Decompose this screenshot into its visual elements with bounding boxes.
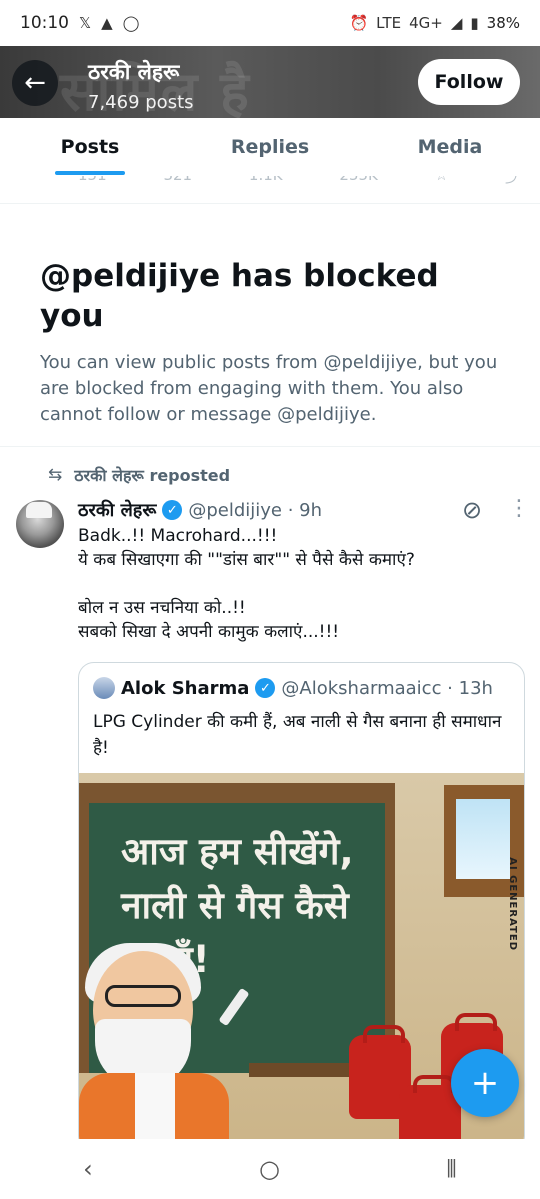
previous-post-actions: 151 321 1.1K 255K ☆ ⤴	[0, 176, 540, 204]
repost-count[interactable]: 321	[163, 176, 192, 187]
tweet-author-name[interactable]: ठरकी लेहरू	[78, 498, 156, 522]
follow-button[interactable]: Follow	[418, 59, 520, 105]
view-count[interactable]: 255K	[339, 176, 377, 187]
divider	[0, 446, 540, 447]
back-button[interactable]: ←	[12, 60, 58, 106]
share-icon[interactable]: ⤴	[505, 176, 520, 187]
tab-media[interactable]: Media	[360, 118, 540, 176]
system-nav-bar: ‹ ○ ⦀	[0, 1139, 540, 1199]
home-nav-icon[interactable]: ○	[259, 1155, 280, 1183]
network-type: 4G+	[409, 14, 443, 32]
quote-handle-time: @Aloksharmaaicc · 13h	[281, 677, 493, 699]
tweet-handle-time: @peldijiye · 9h	[188, 499, 323, 521]
signal-icon: ◢	[450, 14, 463, 32]
status-time: 10:10	[20, 13, 69, 33]
glasses-icon	[105, 985, 181, 1007]
more-options-icon[interactable]: ⋮	[508, 496, 530, 521]
x-logo-icon: 𝕏	[79, 14, 92, 32]
like-count[interactable]: 1.1K	[249, 176, 283, 187]
alarm-icon: ⏰	[349, 14, 369, 32]
battery-icon: ▮	[470, 14, 479, 32]
circle-app-icon: ◯	[122, 14, 140, 32]
repost-label: ठरकी लेहरू reposted	[74, 466, 231, 485]
repost-indicator[interactable]: ⇆ ठरकी लेहरू reposted	[48, 464, 230, 486]
profile-header: सामिल है ← ठरकी लेहरू 7,469 posts Follow	[0, 46, 540, 118]
app-notification-icon: ▲	[101, 14, 113, 32]
blocked-notice: @peldijiye has blocked you You can view …	[40, 256, 500, 428]
verified-badge-icon: ✓	[255, 678, 276, 698]
avatar[interactable]	[16, 500, 64, 548]
battery-level: 38%	[486, 14, 520, 32]
blocked-message: You can view public posts from @peldijiy…	[40, 352, 498, 425]
recents-nav-icon[interactable]: ⦀	[446, 1155, 457, 1183]
arrow-left-icon: ←	[24, 68, 46, 98]
quote-header: Alok Sharma ✓ @Aloksharmaaicc · 13h	[93, 677, 493, 699]
volte-icon: LTE	[376, 14, 402, 32]
repost-icon: ⇆	[48, 465, 63, 485]
quote-author-name: Alok Sharma	[121, 677, 250, 699]
posts-count: 7,469 posts	[88, 92, 194, 113]
tweet-header: ठरकी लेहरू ✓ @peldijiye · 9h	[78, 498, 322, 522]
tab-replies[interactable]: Replies	[180, 118, 360, 176]
grok-icon[interactable]: ⊘	[462, 496, 482, 524]
blocked-title: @peldijiye has blocked you	[40, 258, 439, 334]
cap-shape	[26, 502, 52, 518]
compose-post-button[interactable]: +	[451, 1049, 519, 1117]
reply-count[interactable]: 151	[78, 176, 107, 187]
quote-text: LPG Cylinder की कमी हैं, अब नाली से गैस …	[93, 712, 502, 758]
back-nav-icon[interactable]: ‹	[83, 1155, 93, 1183]
bookmark-icon[interactable]: ☆	[435, 176, 448, 187]
profile-name: ठरकी लेहरू	[88, 60, 180, 84]
verified-badge-icon: ✓	[162, 500, 183, 520]
tab-posts[interactable]: Posts	[0, 118, 180, 176]
quote-avatar	[93, 677, 115, 699]
ai-generated-label: AI GENERATED	[507, 857, 518, 951]
tweet-text: Badk..!! Macrohard...!!! ये कब सिखाएगा क…	[78, 526, 415, 642]
profile-tabs: Posts Replies Media	[0, 118, 540, 176]
status-bar: 10:10 𝕏 ▲ ◯ ⏰ LTE 4G+ ◢ ▮ 38%	[0, 0, 540, 46]
